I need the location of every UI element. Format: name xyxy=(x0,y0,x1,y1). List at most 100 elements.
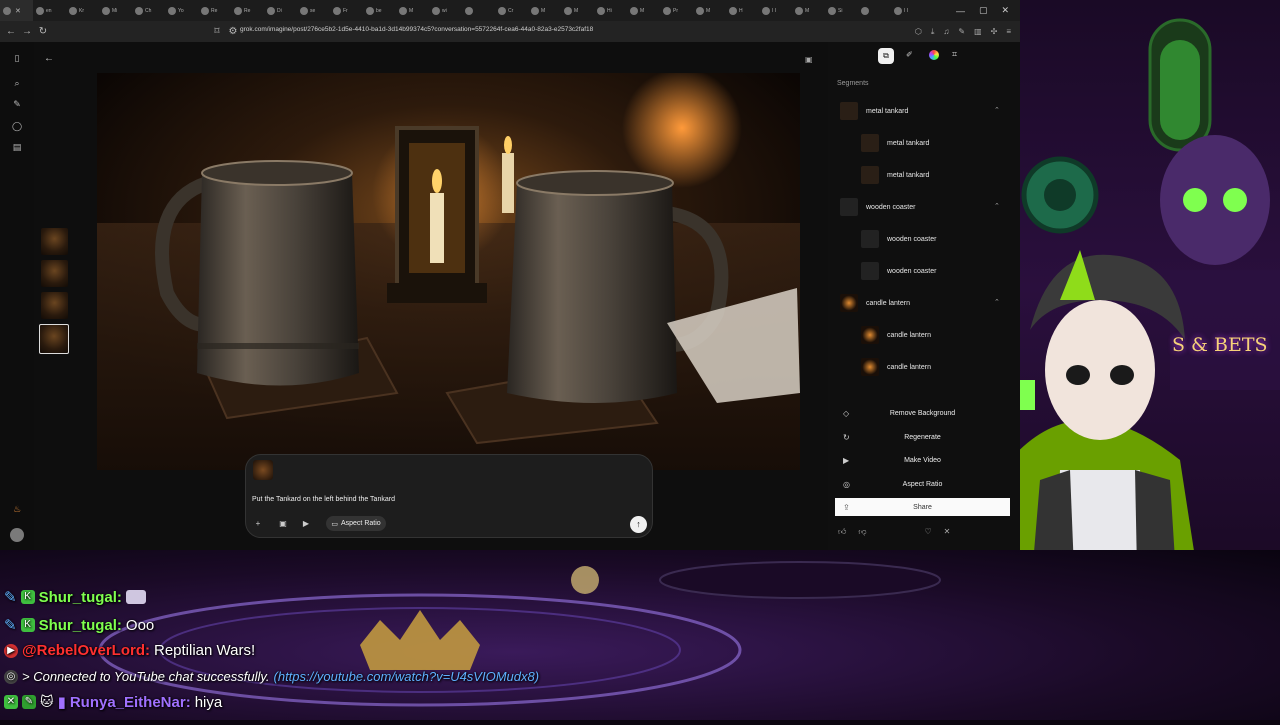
browser-tab[interactable]: Hi xyxy=(594,0,627,21)
browser-tab[interactable]: M xyxy=(627,0,660,21)
browser-tab[interactable]: I I xyxy=(759,0,792,21)
send-button[interactable]: ↑ xyxy=(630,516,647,533)
video-mode-icon[interactable]: ▶ xyxy=(300,516,312,531)
heart-icon[interactable]: ♡ xyxy=(925,527,932,537)
back-arrow-icon[interactable]: ← xyxy=(44,53,54,64)
segment-group-metal-tankard[interactable]: metal tankard xyxy=(840,102,908,120)
segment-item[interactable]: wooden coaster xyxy=(861,230,936,248)
close-icon[interactable]: ✕ xyxy=(944,527,951,537)
url-field[interactable]: grok.com/imagine/post/276ce5b2-1d5e-4410… xyxy=(240,26,593,33)
browser-tab[interactable]: Pr xyxy=(660,0,693,21)
thumbnail[interactable] xyxy=(41,260,68,287)
segment-item[interactable]: candle lantern xyxy=(861,326,931,344)
image-mode-icon[interactable]: ▣ xyxy=(277,516,289,531)
minimize-icon[interactable]: — xyxy=(956,6,965,16)
thumbs-down-icon[interactable]: 👎︎ xyxy=(858,527,866,537)
add-icon[interactable]: + xyxy=(252,516,264,531)
edit-icon[interactable]: ✎ xyxy=(11,98,23,110)
close-tab-icon[interactable]: ✕ xyxy=(15,7,21,15)
browser-tab[interactable]: ✕ xyxy=(0,0,33,21)
files-icon[interactable]: ▤ xyxy=(11,141,23,153)
chevron-up-icon[interactable]: ⌃ xyxy=(994,298,1000,306)
brush-icon[interactable]: ✐ xyxy=(906,50,913,59)
favicon-icon xyxy=(894,6,902,15)
chat-icon[interactable]: ◯ xyxy=(11,120,23,132)
favicon-icon xyxy=(498,6,506,15)
toggle-sidebar-icon[interactable]: ▯ xyxy=(11,52,23,64)
remove-background-button[interactable]: ◇ Remove Background xyxy=(835,404,1010,422)
extension-icon[interactable]: ✎ xyxy=(958,27,965,36)
browser-tab[interactable]: Re xyxy=(231,0,264,21)
browser-tab[interactable]: Di xyxy=(264,0,297,21)
generated-image[interactable] xyxy=(97,73,800,470)
crop-icon[interactable]: ⌗ xyxy=(952,49,957,60)
make-video-button[interactable]: ▶ Make Video xyxy=(835,451,1010,469)
thumbnail[interactable] xyxy=(41,228,68,255)
chevron-up-icon[interactable]: ⌃ xyxy=(994,106,1000,114)
browser-tab[interactable]: M xyxy=(792,0,825,21)
chat-link[interactable]: (https://youtube.com/watch?v=U4sVIOMudx8… xyxy=(274,669,540,684)
segment-item[interactable]: candle lantern xyxy=(861,358,931,376)
regenerate-button[interactable]: ↻ Regenerate xyxy=(835,428,1010,446)
menu-icon[interactable]: ≡ xyxy=(1006,27,1011,36)
browser-tab[interactable]: en xyxy=(33,0,66,21)
forward-icon[interactable]: → xyxy=(19,26,35,37)
tab-title: Kr xyxy=(79,7,84,14)
chat-username: Shur_tugal: xyxy=(38,588,122,606)
browser-tab[interactable]: M xyxy=(561,0,594,21)
thumbs-up-icon[interactable]: 👍︎ xyxy=(838,527,846,537)
share-button[interactable]: ⇪ Share xyxy=(835,498,1010,516)
segments-tool-icon[interactable]: ⧉ xyxy=(878,48,894,64)
aspect-ratio-button[interactable]: ▭ Aspect Ratio xyxy=(326,516,386,531)
color-icon[interactable] xyxy=(929,50,939,60)
action-label: Aspect Ratio xyxy=(902,480,943,488)
browser-tab[interactable]: M xyxy=(528,0,561,21)
browser-tab[interactable]: I I xyxy=(891,0,924,21)
music-icon[interactable]: ♫ xyxy=(943,27,949,36)
segment-swatch xyxy=(840,198,858,216)
browser-tab[interactable]: Kr xyxy=(66,0,99,21)
segment-group-candle-lantern[interactable]: candle lantern xyxy=(840,294,910,312)
segment-item[interactable]: wooden coaster xyxy=(861,262,936,280)
site-info-icon[interactable]: ⚙ xyxy=(225,26,241,37)
browser-tab[interactable]: wi xyxy=(429,0,462,21)
close-icon[interactable]: ✕ xyxy=(1001,5,1009,16)
segment-item[interactable]: metal tankard xyxy=(861,166,929,184)
segment-item[interactable]: metal tankard xyxy=(861,134,929,152)
browser-tab[interactable] xyxy=(462,0,495,21)
browser-tab[interactable]: se xyxy=(297,0,330,21)
browser-tab[interactable]: Si xyxy=(825,0,858,21)
segment-group-wooden-coaster[interactable]: wooden coaster xyxy=(840,198,915,216)
browser-tab[interactable] xyxy=(858,0,891,21)
browser-tab[interactable]: be xyxy=(363,0,396,21)
browser-tab[interactable]: H xyxy=(726,0,759,21)
chevron-up-icon[interactable]: ⌃ xyxy=(994,202,1000,210)
sidebar-icon[interactable]: ▥ xyxy=(974,27,982,36)
browser-tab[interactable]: Cr xyxy=(495,0,528,21)
thumbnail[interactable] xyxy=(41,292,68,319)
browser-tab[interactable]: M xyxy=(693,0,726,21)
thumbnail-selected[interactable] xyxy=(39,324,69,354)
browser-tab[interactable]: Yo xyxy=(165,0,198,21)
share-icon: ⇪ xyxy=(843,502,850,512)
browser-tab[interactable]: Mi xyxy=(99,0,132,21)
expand-icon[interactable]: ▣ xyxy=(805,55,813,64)
puzzle-icon[interactable]: ✣ xyxy=(991,27,998,36)
download-icon[interactable]: ⤓ xyxy=(931,27,935,37)
browser-tab[interactable]: Fr xyxy=(330,0,363,21)
reload-icon[interactable]: ↻ xyxy=(35,26,51,37)
segment-swatch xyxy=(840,294,858,312)
aspect-ratio-action-button[interactable]: ◎ Aspect Ratio xyxy=(835,475,1010,493)
extension-icon[interactable]: ⬡ xyxy=(915,27,922,36)
browser-tab[interactable]: M xyxy=(396,0,429,21)
prompt-input[interactable]: Put the Tankard on the left behind the T… xyxy=(252,496,395,503)
project-icon[interactable]: ♨ xyxy=(11,503,23,515)
avatar[interactable] xyxy=(10,528,24,542)
back-icon[interactable]: ← xyxy=(3,26,19,37)
attached-image-thumbnail[interactable] xyxy=(253,460,273,480)
search-icon[interactable]: ⌕ xyxy=(11,77,23,89)
browser-tab[interactable]: Ch xyxy=(132,0,165,21)
browser-tab[interactable]: Re xyxy=(198,0,231,21)
bookmark-icon[interactable]: ⌑ xyxy=(209,26,225,37)
maximize-icon[interactable]: ▢ xyxy=(979,5,988,16)
